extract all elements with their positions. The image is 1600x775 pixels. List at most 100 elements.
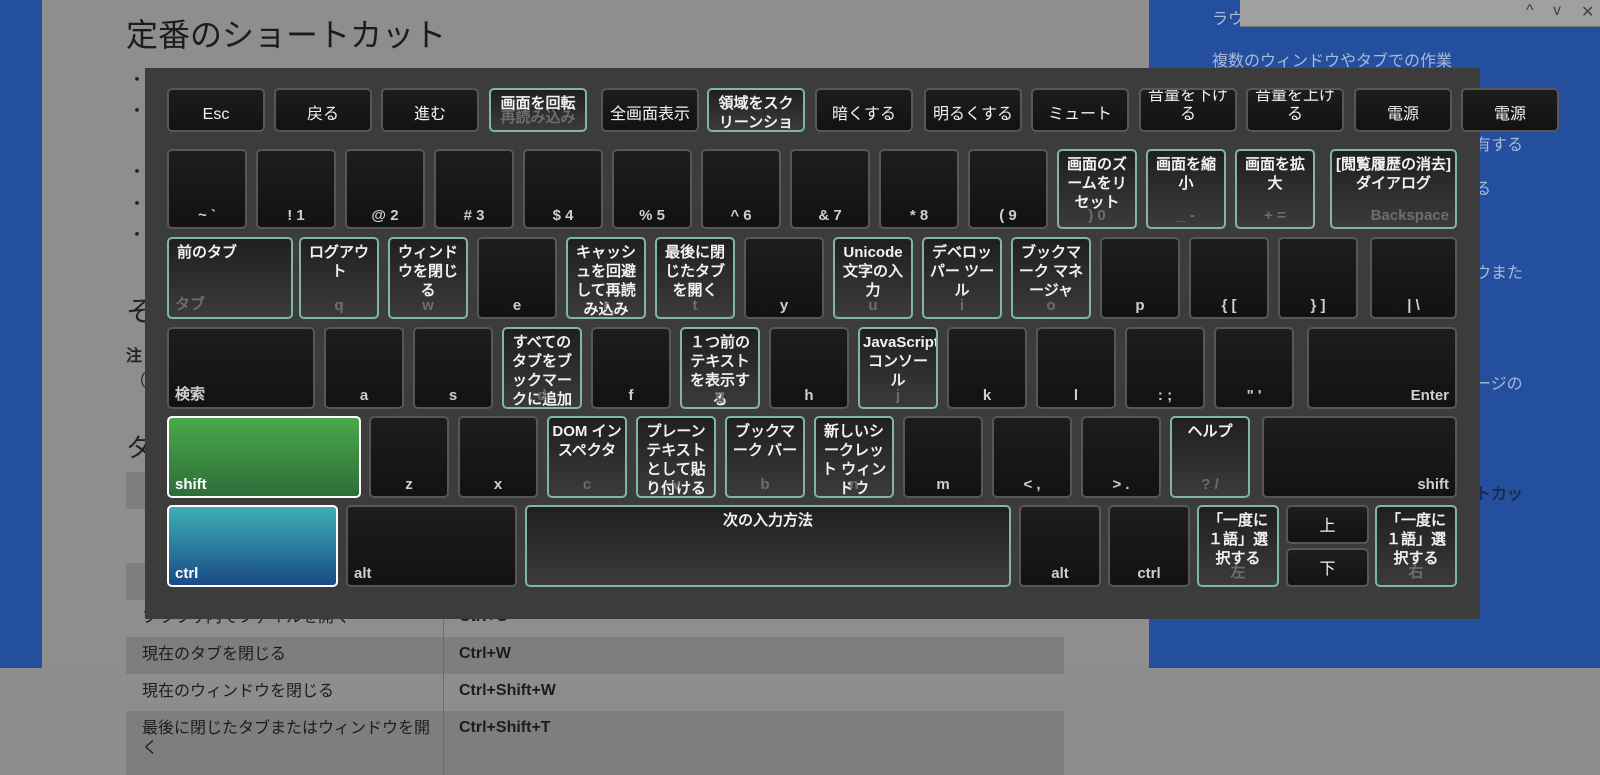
keyboard-key[interactable]: # 3	[434, 149, 514, 229]
key-shortcut-label: 画面のズームをリセット	[1066, 156, 1127, 211]
key-shortcut-label: ブックマーク バー	[732, 423, 798, 459]
keyboard-key[interactable]: ヘルプ ? /	[1170, 416, 1250, 498]
find-next-icon[interactable]: v	[1553, 2, 1561, 20]
key-legend: z	[405, 476, 413, 493]
power-key[interactable]: 電源	[1461, 88, 1559, 132]
keyboard-key[interactable]: ウィンドウを閉じる w	[388, 237, 468, 319]
sidebar-link[interactable]: ージの	[1475, 370, 1523, 394]
keyboard-key[interactable]: k	[947, 327, 1027, 409]
key-shortcut-label: 電源	[1386, 106, 1419, 123]
key-legend: m	[936, 476, 950, 493]
keyboard-key[interactable]: " '	[1214, 327, 1294, 409]
function-key[interactable]: 音量を上げる	[1246, 88, 1344, 132]
note-fragment: 注	[126, 348, 143, 365]
function-key[interactable]: 全画面表示	[601, 88, 699, 132]
keyboard-key[interactable]: 画面のズームをリセット) 0	[1057, 149, 1137, 229]
arrow-right-key[interactable]: 「一度に１語」選択する右	[1375, 505, 1457, 587]
keyboard-key[interactable]: : ;	[1125, 327, 1205, 409]
sidebar-link[interactable]: 有する	[1475, 131, 1523, 155]
keyboard-key[interactable]: Unicode 文字の入力 u	[833, 237, 913, 319]
arrow-down-key[interactable]: 下	[1286, 548, 1369, 587]
keyboard-key[interactable]: z	[369, 416, 449, 498]
keyboard-key[interactable]: > .	[1081, 416, 1161, 498]
keyboard-key[interactable]: 最後に閉じたタブを開く t	[655, 237, 735, 319]
function-key[interactable]: 戻る	[274, 88, 372, 132]
key-shortcut-label: ウィンドウを閉じる	[397, 244, 458, 299]
tab-key[interactable]: 前のタブ タブ	[167, 237, 293, 319]
sidebar-link[interactable]: ウまた	[1475, 259, 1523, 283]
keyboard-key[interactable]: | \	[1370, 237, 1457, 319]
keyboard-key[interactable]: ログアウト q	[299, 237, 379, 319]
keyboard-key[interactable]: ~ `	[167, 149, 247, 229]
keyboard-key[interactable]: p	[1100, 237, 1180, 319]
ctrl-key-left[interactable]: ctrl	[167, 505, 338, 587]
key-legend: y	[779, 297, 789, 314]
keyboard-key[interactable]: x	[458, 416, 538, 498]
keyboard-key[interactable]: DOM インスペクタ c	[547, 416, 627, 498]
keyboard-key[interactable]: @ 2	[345, 149, 425, 229]
keyboard-key[interactable]: ! 1	[256, 149, 336, 229]
keyboard-key[interactable]: デベロッパー ツール i	[922, 237, 1002, 319]
key-legend: ctrl	[1137, 565, 1161, 582]
keyboard-key[interactable]: h	[769, 327, 849, 409]
key-legend: % 5	[639, 207, 665, 224]
function-key[interactable]: ミュート	[1031, 88, 1129, 132]
space-key[interactable]: 次の入力方法	[525, 505, 1011, 587]
keyboard-key[interactable]: { [	[1189, 237, 1269, 319]
arrow-up-key[interactable]: 上	[1286, 505, 1369, 544]
key-legend: b	[760, 476, 770, 493]
function-key[interactable]: 領域をスクリーンショット	[707, 88, 805, 132]
keyboard-key[interactable]: ブックマーク マネージャ o	[1011, 237, 1091, 319]
function-key[interactable]: 電源	[1354, 88, 1452, 132]
keyboard-key[interactable]: 画面を縮小 _ -	[1146, 149, 1226, 229]
keyboard-key[interactable]: s	[413, 327, 493, 409]
keyboard-key[interactable]: $ 4	[523, 149, 603, 229]
keyboard-key[interactable]: JavaScript コンソール j	[858, 327, 938, 409]
function-key[interactable]: 進む	[381, 88, 479, 132]
alt-key-right[interactable]: alt	[1019, 505, 1101, 587]
enter-key[interactable]: Enter	[1307, 327, 1457, 409]
function-key[interactable]: Esc	[167, 88, 265, 132]
function-key[interactable]: 音量を下げる	[1139, 88, 1237, 132]
keyboard-key[interactable]: & 7	[790, 149, 870, 229]
key-rotate-screen[interactable]: 画面を回転 再読み込み	[489, 88, 587, 132]
shift-key-left[interactable]: shift	[167, 416, 361, 498]
search-key[interactable]: 検索	[167, 327, 315, 409]
key-shortcut-label: 最後に閉じたタブを開く	[664, 244, 725, 299]
alt-key-left[interactable]: alt	[346, 505, 517, 587]
key-shortcut-label: 前のタブ	[177, 244, 238, 261]
keyboard-key[interactable]: * 8	[879, 149, 959, 229]
keyboard-key[interactable]: y	[744, 237, 824, 319]
key-legend: shift	[1417, 476, 1449, 493]
keyboard-key[interactable]: ^ 6	[701, 149, 781, 229]
keyboard-key[interactable]: % 5	[612, 149, 692, 229]
close-icon[interactable]: ✕	[1581, 2, 1594, 22]
arrow-left-key[interactable]: 「一度に１語」選択する左	[1197, 505, 1279, 587]
keyboard-key[interactable]: ( 9	[968, 149, 1048, 229]
keyboard-key[interactable]: ブックマーク バー b	[725, 416, 805, 498]
keyboard-key[interactable]: m	[903, 416, 983, 498]
function-key[interactable]: 暗くする	[815, 88, 913, 132]
find-previous-icon[interactable]: ^	[1526, 2, 1534, 20]
ctrl-key-right[interactable]: ctrl	[1108, 505, 1190, 587]
keyboard-key[interactable]: e	[477, 237, 557, 319]
shift-key-right[interactable]: shift	[1262, 416, 1457, 498]
shortcut-keys: Ctrl+Shift+T	[459, 719, 551, 736]
backspace-key[interactable]: [閲覧履歴の消去] ダイアログ Backspace	[1330, 149, 1457, 229]
key-legend: & 7	[818, 207, 842, 224]
function-key[interactable]: 明るくする	[924, 88, 1022, 132]
keyboard-key[interactable]: l	[1036, 327, 1116, 409]
keyboard-key[interactable]: a	[324, 327, 404, 409]
keyboard-key[interactable]: キャッシュを回避して再読み込み r	[566, 237, 646, 319]
keyboard-key[interactable]: １つ前のテキストを表示する g	[680, 327, 760, 409]
keyboard-key[interactable]: すべてのタブをブックマークに追加するd	[502, 327, 582, 409]
keyboard-key[interactable]: f	[591, 327, 671, 409]
key-legend: c	[582, 476, 592, 493]
keyboard-key[interactable]: 画面を拡大 + =	[1235, 149, 1315, 229]
keyboard-key[interactable]: < ,	[992, 416, 1072, 498]
keyboard-key[interactable]: 新しいシークレット ウィンドウ n	[814, 416, 894, 498]
keyboard-key[interactable]: プレーンテキストとして貼り付ける v	[636, 416, 716, 498]
key-legend: t	[692, 297, 698, 314]
keyboard-key[interactable]: } ]	[1278, 237, 1358, 319]
bullet: ・	[128, 101, 146, 121]
